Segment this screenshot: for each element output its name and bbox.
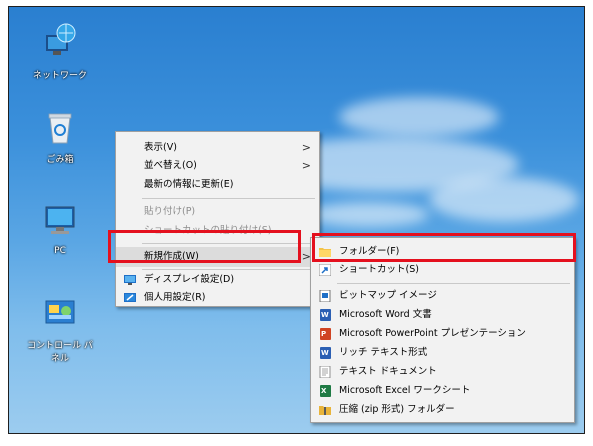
submenu-item-word[interactable]: W Microsoft Word 文書 — [311, 305, 574, 325]
highlight-box-folder — [312, 233, 576, 262]
menu-item-sort[interactable]: 並べ替え(O) > — [116, 156, 319, 176]
chevron-right-icon: > — [301, 159, 311, 172]
display-icon — [124, 275, 136, 285]
menu-separator — [337, 283, 570, 284]
excel-icon: X — [320, 385, 331, 397]
powerpoint-icon: P — [320, 328, 331, 340]
submenu-item-rtf[interactable]: W リッチ テキスト形式 — [311, 343, 574, 363]
desktop-icon-label: コントロール パネル — [27, 341, 93, 364]
menu-item-personalize[interactable]: 個人用設定(R) — [116, 288, 319, 308]
submenu-item-zip[interactable]: 圧縮 (zip 形式) フォルダー — [311, 400, 574, 420]
text-document-icon — [319, 366, 331, 378]
submenu-item-excel[interactable]: X Microsoft Excel ワークシート — [311, 381, 574, 401]
menu-item-view[interactable]: 表示(V) > — [116, 138, 319, 158]
submenu-item-shortcut[interactable]: ショートカット(S) — [311, 260, 574, 280]
menu-separator — [142, 198, 315, 199]
word-icon: W — [320, 309, 331, 321]
menu-item-refresh[interactable]: 最新の情報に更新(E) — [116, 175, 319, 195]
desktop-icon-label: PC — [54, 246, 66, 256]
desktop-icon-label: ネットワーク — [32, 71, 87, 81]
bitmap-icon — [319, 290, 331, 302]
submenu-new: フォルダー(F) ショートカット(S) ビットマップ イメージ W Micros… — [310, 237, 575, 423]
menu-item-display-settings[interactable]: ディスプレイ設定(D) — [116, 270, 319, 290]
control-panel-icon — [45, 300, 75, 324]
recycle-bin-icon — [48, 113, 72, 144]
submenu-item-bitmap[interactable]: ビットマップ イメージ — [311, 286, 574, 306]
shortcut-icon — [319, 264, 331, 276]
desktop[interactable]: ネットワーク ごみ箱 PC コントロール パネル 表示(V) > 並べ替え(O)… — [8, 6, 585, 434]
pc-icon — [45, 206, 75, 234]
desktop-icon-recycle-bin[interactable]: ごみ箱 — [23, 111, 97, 165]
submenu-item-text[interactable]: テキスト ドキュメント — [311, 362, 574, 382]
highlight-box-new — [108, 230, 301, 263]
context-menu: 表示(V) > 並べ替え(O) > 最新の情報に更新(E) 貼り付け(P) ショ… — [115, 131, 320, 307]
network-icon — [46, 23, 76, 55]
menu-item-paste: 貼り付け(P) — [144, 206, 196, 217]
desktop-icon-label: ごみ箱 — [46, 155, 74, 165]
zip-folder-icon — [319, 406, 331, 415]
desktop-icon-control-panel[interactable]: コントロール パネル — [23, 297, 97, 364]
desktop-icon-pc[interactable]: PC — [23, 203, 97, 256]
rtf-icon: W — [320, 347, 331, 359]
desktop-icon-network[interactable]: ネットワーク — [23, 21, 97, 81]
chevron-right-icon: > — [301, 141, 311, 154]
personalize-icon — [124, 293, 136, 302]
submenu-item-powerpoint[interactable]: P Microsoft PowerPoint プレゼンテーション — [311, 324, 574, 344]
